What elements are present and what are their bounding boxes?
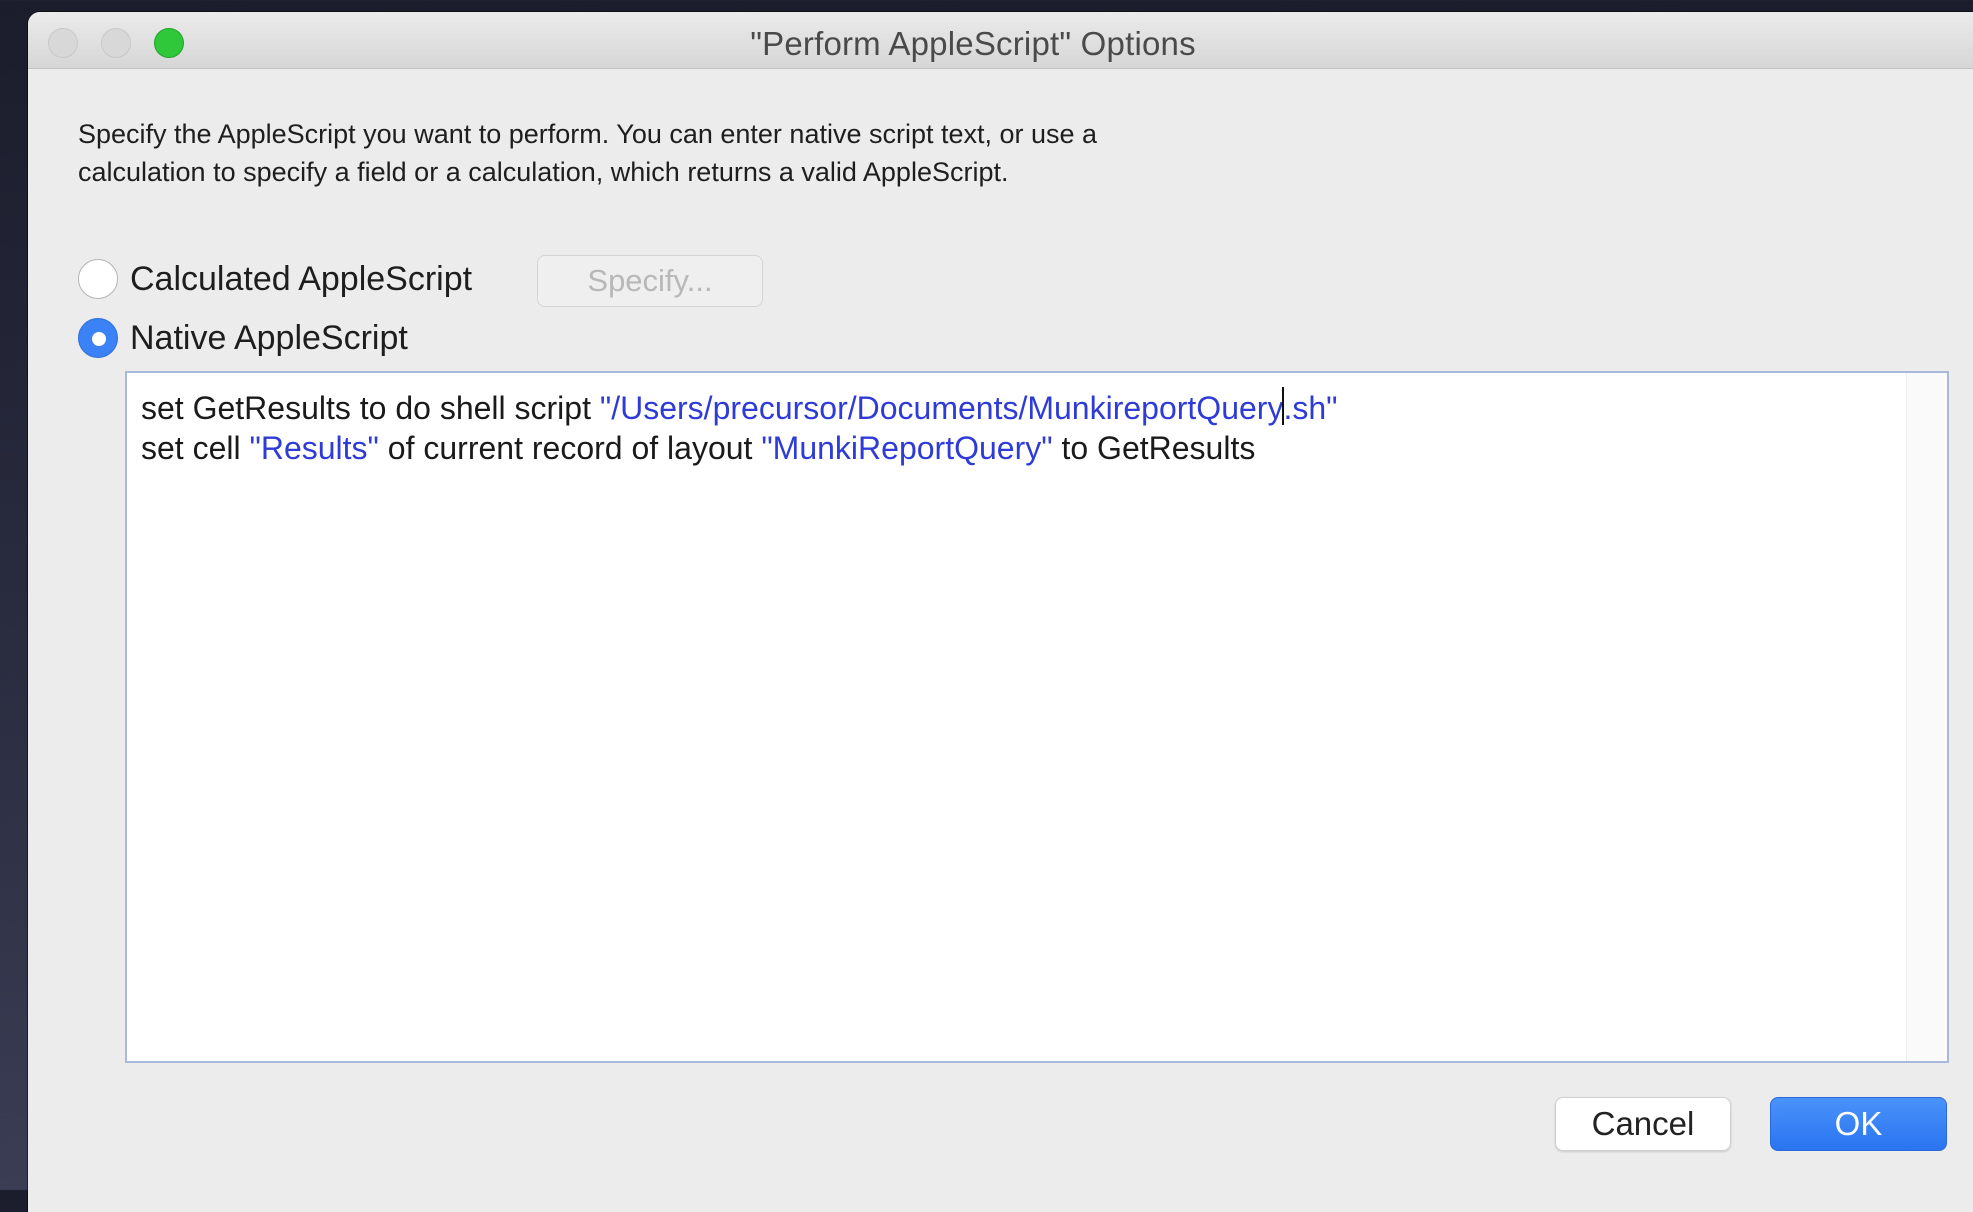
native-applescript-option[interactable]: Native AppleScript — [78, 318, 408, 358]
script-line-1: set GetResults to do shell script "/User… — [141, 387, 1337, 427]
calculated-applescript-label[interactable]: Calculated AppleScript — [130, 260, 472, 299]
code-text: of current record of layout — [378, 430, 762, 466]
code-text: set cell — [141, 430, 250, 466]
code-text: to GetResults — [1052, 430, 1256, 466]
script-editor[interactable]: set GetResults to do shell script "/User… — [125, 371, 1949, 1063]
window-title: "Perform AppleScript" Options — [750, 25, 1196, 62]
script-line-2: set cell "Results" of current record of … — [141, 430, 1255, 467]
code-text: set GetResults to do shell script — [141, 390, 600, 426]
editor-scrollbar[interactable] — [1906, 373, 1947, 1061]
ok-button[interactable]: OK — [1770, 1097, 1947, 1151]
title-bar[interactable]: "Perform AppleScript" Options — [28, 12, 1973, 69]
instructions-line-2: calculation to specify a field or a calc… — [78, 157, 1009, 187]
specify-button[interactable]: Specify... — [537, 255, 763, 307]
string-literal: "Results" — [249, 430, 379, 466]
instructions-line-1: Specify the AppleScript you want to perf… — [78, 119, 1098, 149]
dialog-window: "Perform AppleScript" Options Specify th… — [28, 12, 1973, 1212]
cancel-button[interactable]: Cancel — [1555, 1097, 1731, 1151]
string-literal: .sh" — [1283, 390, 1338, 426]
native-applescript-label[interactable]: Native AppleScript — [130, 319, 408, 358]
string-literal: "MunkiReportQuery" — [761, 430, 1053, 466]
native-applescript-radio[interactable] — [78, 318, 118, 358]
calculated-applescript-radio[interactable] — [78, 259, 118, 299]
calculated-applescript-option[interactable]: Calculated AppleScript — [78, 259, 472, 299]
string-literal: "/Users/precursor/Documents/MunkireportQ… — [599, 390, 1284, 426]
instructions-text: Specify the AppleScript you want to perf… — [78, 115, 1378, 191]
